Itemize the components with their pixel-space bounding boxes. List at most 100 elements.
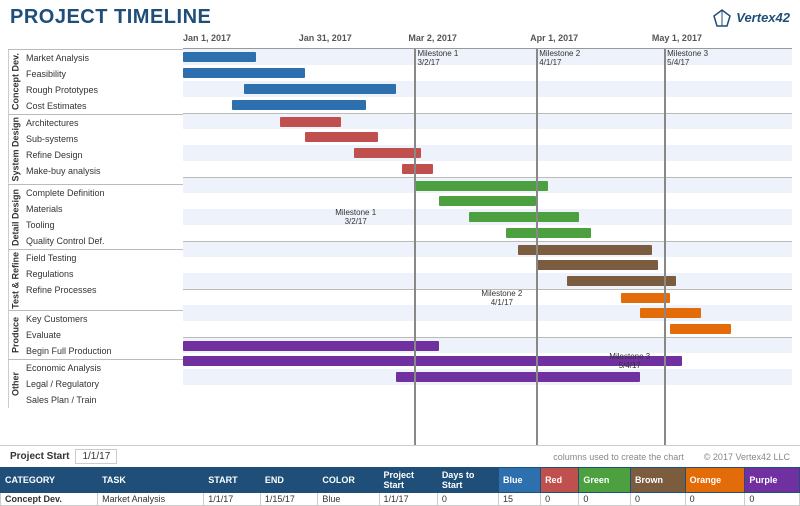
gantt-row-tooling: Milestone 13/2/17: [183, 209, 792, 225]
task-refine-design: Refine Design: [22, 147, 101, 163]
gantt-row-evaluate: [183, 305, 792, 321]
gantt-row-sales-plan: [183, 369, 792, 385]
col-blue: Blue: [499, 468, 541, 493]
gantt-row-complete-def: [183, 177, 792, 193]
task-rough-prototypes: Rough Prototypes: [22, 82, 98, 98]
bar-rough-prototypes: [244, 84, 396, 94]
task-evaluate: Evaluate: [22, 327, 112, 343]
category-label-test: Test & Refine: [8, 250, 22, 311]
task-makebuy: Make-buy analysis: [22, 163, 101, 179]
bar-makebuy: [402, 164, 432, 174]
bar-architectures: [280, 117, 341, 127]
project-start-value[interactable]: 1/1/17: [75, 449, 117, 464]
group-other: Other Economic Analysis Legal / Regulato…: [8, 359, 183, 408]
col-days-to-start: Days toStart: [437, 468, 498, 493]
milestone-label-1-mid: Milestone 13/2/17: [335, 208, 376, 226]
category-label-other: Other: [8, 360, 22, 408]
bar-market-analysis: [183, 52, 256, 62]
cell-end: 1/15/17: [260, 493, 318, 506]
project-start-label: Project Start: [10, 451, 69, 462]
gantt-row-legal-regulatory: Milestone 35/4/17: [183, 353, 792, 369]
task-labels-detail: Complete Definition Materials Tooling Qu…: [22, 185, 105, 249]
col-start: START: [204, 468, 261, 493]
milestone-label-3-mid: Milestone 35/4/17: [609, 352, 650, 370]
group-system: System Design Architectures Sub-systems …: [8, 114, 183, 184]
col-task: TASK: [98, 468, 204, 493]
cell-purple: 0: [745, 493, 800, 506]
task-labels-test: Field Testing Regulations Refine Process…: [22, 250, 97, 311]
bar-legal-regulatory: [183, 356, 682, 366]
logo-text: Vertex42: [736, 10, 790, 25]
table-row: Concept Dev. Market Analysis 1/1/17 1/15…: [1, 493, 800, 506]
cell-proj-start: 1/1/17: [379, 493, 437, 506]
milestone-line-3: [664, 49, 666, 445]
col-project-start: ProjectStart: [379, 468, 437, 493]
task-labels-system: Architectures Sub-systems Refine Design …: [22, 115, 101, 184]
cell-orange: 0: [685, 493, 745, 506]
bar-materials: [439, 196, 536, 206]
cell-start: 1/1/17: [204, 493, 261, 506]
milestone-label-2: Milestone 24/1/17: [539, 49, 580, 67]
group-test: Test & Refine Field Testing Regulations …: [8, 249, 183, 311]
task-cost-estimates: Cost Estimates: [22, 98, 98, 114]
col-category: CATEGORY: [1, 468, 98, 493]
cell-task: Market Analysis: [98, 493, 204, 506]
cell-blue: 15: [499, 493, 541, 506]
cell-category: Concept Dev.: [1, 493, 98, 506]
date-mar2: Mar 2, 2017: [408, 33, 457, 43]
group-concept: Concept Dev. Market Analysis Feasibility…: [8, 49, 183, 114]
task-legal-regulatory: Legal / Regulatory: [22, 376, 101, 392]
category-label-detail: Detail Design: [8, 185, 22, 249]
milestone-line-2: [536, 49, 538, 445]
task-complete-def: Complete Definition: [22, 185, 105, 201]
chart-area: Concept Dev. Market Analysis Feasibility…: [0, 31, 800, 445]
date-header: Jan 1, 2017 Jan 31, 2017 Mar 2, 2017 Apr…: [183, 31, 792, 49]
data-table: CATEGORY TASK START END COLOR ProjectSta…: [0, 467, 800, 506]
bar-cost-estimates: [232, 100, 366, 110]
bar-tooling: [469, 212, 579, 222]
logo-icon: [712, 8, 732, 28]
milestone-label-2-mid: Milestone 24/1/17: [481, 289, 522, 307]
task-refine-processes: Refine Processes: [22, 282, 97, 298]
bar-regulations: [536, 260, 658, 270]
task-market-analysis: Market Analysis: [22, 50, 98, 66]
col-purple: Purple: [745, 468, 800, 493]
col-orange: Orange: [685, 468, 745, 493]
gantt-row-refine-design: [183, 145, 792, 161]
gantt-body: Milestone 13/2/17 Milestone 24/1/17 Mile…: [183, 49, 792, 445]
cell-green: 0: [579, 493, 631, 506]
category-label-concept: Concept Dev.: [8, 50, 22, 114]
task-key-customers: Key Customers: [22, 311, 112, 327]
logo: Vertex42: [712, 8, 790, 28]
date-jan1: Jan 1, 2017: [183, 33, 231, 43]
gantt-row-architectures: [183, 113, 792, 129]
milestone-line-1: [414, 49, 416, 445]
bar-key-customers: [621, 293, 670, 303]
gantt-row-quality-control: [183, 225, 792, 241]
date-jan31: Jan 31, 2017: [299, 33, 352, 43]
bar-refine-processes: [567, 276, 677, 286]
category-label-produce: Produce: [8, 311, 22, 359]
columns-note: columns used to create the chart: [553, 452, 684, 462]
copyright: © 2017 Vertex42 LLC: [704, 452, 790, 462]
gantt-row-feasibility: [183, 65, 792, 81]
task-subsystems: Sub-systems: [22, 131, 101, 147]
col-brown: Brown: [631, 468, 686, 493]
bottom-section: Project Start 1/1/17 columns used to cre…: [0, 445, 800, 506]
task-materials: Materials: [22, 201, 105, 217]
data-table-container: CATEGORY TASK START END COLOR ProjectSta…: [0, 467, 800, 506]
bar-complete-def: [414, 181, 548, 191]
gantt-row-makebuy: [183, 161, 792, 177]
task-regulations: Regulations: [22, 266, 97, 282]
gantt-row-subsystems: [183, 129, 792, 145]
task-feasibility: Feasibility: [22, 66, 98, 82]
group-detail: Detail Design Complete Definition Materi…: [8, 184, 183, 249]
task-labels-concept: Market Analysis Feasibility Rough Protot…: [22, 50, 98, 114]
milestone-label-1: Milestone 13/2/17: [417, 49, 458, 67]
bar-quality-control: [506, 228, 591, 238]
page-title: PROJECT TIMELINE: [10, 6, 211, 29]
main-container: PROJECT TIMELINE Vertex42 Concept Dev. M…: [0, 0, 800, 506]
gantt-row-rough-prototypes: [183, 81, 792, 97]
gantt-row-key-customers: Milestone 24/1/17: [183, 289, 792, 305]
gantt-row-economic-analysis: [183, 337, 792, 353]
